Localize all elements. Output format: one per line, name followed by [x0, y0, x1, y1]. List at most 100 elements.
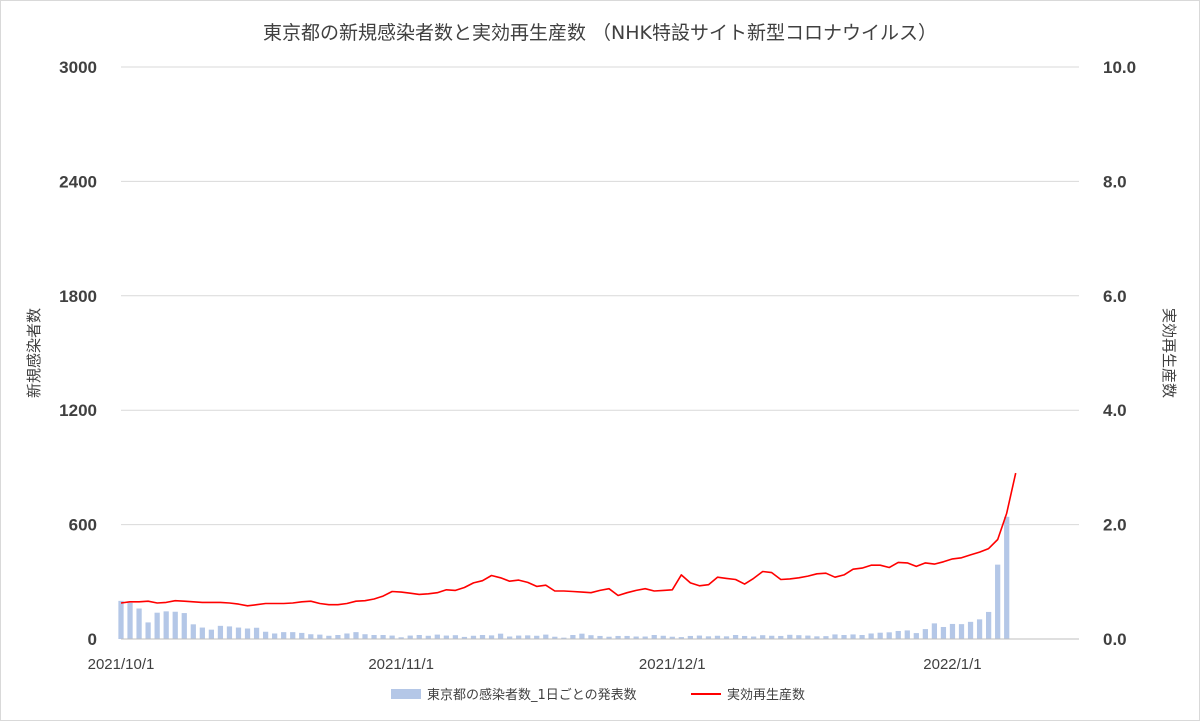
x-tick-label: 2021/11/1 [368, 656, 434, 673]
bar [796, 635, 802, 639]
bar [497, 633, 504, 639]
bar [380, 634, 386, 639]
bar [235, 627, 242, 639]
y-axis-left-label: 新規感染者数 [25, 308, 43, 398]
bar [732, 634, 739, 639]
y-left-tick-label: 0 [88, 630, 97, 649]
bar [136, 608, 142, 639]
combo-chart: 東京都の新規感染者数と実効再生産数 （NHK特設サイト新型コロナウイルス） 0 6… [25, 22, 1178, 703]
bar [118, 600, 124, 639]
bar [904, 630, 910, 639]
bar [389, 635, 395, 639]
y-left-tick-label: 1800 [59, 287, 97, 306]
bar [940, 626, 947, 639]
bar [488, 635, 495, 639]
gridlines [121, 66, 1079, 526]
bar [308, 634, 314, 639]
bar [344, 633, 350, 639]
bar [290, 632, 296, 639]
y-right-tick-label: 6.0 [1103, 287, 1127, 306]
bar [416, 634, 422, 639]
bar [832, 634, 838, 639]
bar [199, 627, 205, 639]
bar [208, 629, 214, 639]
bar [588, 635, 594, 639]
bar [262, 631, 269, 639]
bar [995, 564, 1001, 639]
y-left-tick-label: 600 [69, 516, 97, 535]
chart-container: 東京都の新規感染者数と実効再生産数 （NHK特設サイト新型コロナウイルス） 0 6… [0, 0, 1200, 721]
bar [443, 635, 449, 639]
bar [967, 621, 974, 639]
bar [570, 634, 576, 639]
bar [859, 634, 865, 639]
legend-line-label: 実効再生産数 [727, 687, 805, 703]
bar [986, 611, 992, 639]
bar [976, 619, 983, 639]
bar [172, 611, 178, 639]
bar [362, 634, 368, 639]
y-left-tick-label: 3000 [59, 58, 97, 77]
bar [958, 624, 965, 639]
bar [651, 634, 657, 639]
bar [696, 635, 703, 639]
bar [452, 635, 459, 639]
bar [335, 634, 341, 639]
y-left-tick-label: 2400 [59, 172, 97, 191]
bar [479, 634, 486, 639]
bar [886, 632, 892, 639]
bar [154, 612, 160, 639]
x-tick-label: 2021/12/1 [639, 656, 706, 673]
bar [190, 624, 196, 639]
bar [913, 633, 919, 639]
y-right-tick-label: 4.0 [1103, 401, 1127, 420]
bar [317, 634, 323, 639]
bar [127, 602, 133, 639]
bar [281, 632, 287, 639]
y-right-tick-label: 0.0 [1103, 630, 1127, 649]
chart-title: 東京都の新規感染者数と実効再生産数 （NHK特設サイト新型コロナウイルス） [263, 22, 937, 44]
bar [1004, 516, 1010, 639]
bar [579, 633, 585, 639]
bar [272, 633, 278, 639]
bar [931, 623, 938, 639]
bar [525, 635, 531, 639]
bar [868, 633, 874, 639]
bar [407, 635, 413, 639]
y-right-tick-label: 10.0 [1103, 58, 1136, 77]
bar [434, 634, 440, 639]
reproduction-number-line [120, 472, 1017, 607]
bar [181, 613, 187, 639]
bar [895, 630, 901, 639]
bar [299, 632, 305, 639]
y-left-tick-label: 1200 [59, 401, 97, 420]
y-right-tick-label: 2.0 [1103, 516, 1127, 535]
bar [253, 627, 260, 639]
bar [805, 635, 811, 639]
bar [163, 611, 169, 639]
x-tick-label: 2021/10/1 [88, 656, 155, 673]
bar [145, 622, 151, 639]
bar [760, 635, 766, 639]
legend-bar-swatch [391, 689, 421, 699]
bar [217, 625, 224, 639]
bar [371, 634, 377, 639]
bar [877, 632, 883, 639]
axes: 0 600 1200 1800 2400 3000 0.0 2.0 4.0 6.0 8.0 10.0 2… [59, 58, 1136, 673]
bar [922, 629, 928, 639]
bar [226, 626, 233, 639]
bar [543, 634, 549, 639]
bar [949, 623, 956, 639]
y-axis-right-label: 実効再生産数 [1160, 308, 1178, 398]
legend: 東京都の感染者数_1日ごとの発表数 実効再生産数 [391, 687, 805, 703]
x-tick-label: 2022/1/1 [923, 656, 981, 673]
bar [244, 628, 251, 639]
bar [516, 635, 522, 639]
bar [353, 632, 359, 639]
line-series [120, 472, 1017, 607]
y-right-tick-label: 8.0 [1103, 172, 1127, 191]
bar [850, 634, 856, 639]
bar [841, 634, 847, 639]
bar [787, 634, 793, 639]
legend-bar-label: 東京都の感染者数_1日ごとの発表数 [427, 687, 637, 703]
